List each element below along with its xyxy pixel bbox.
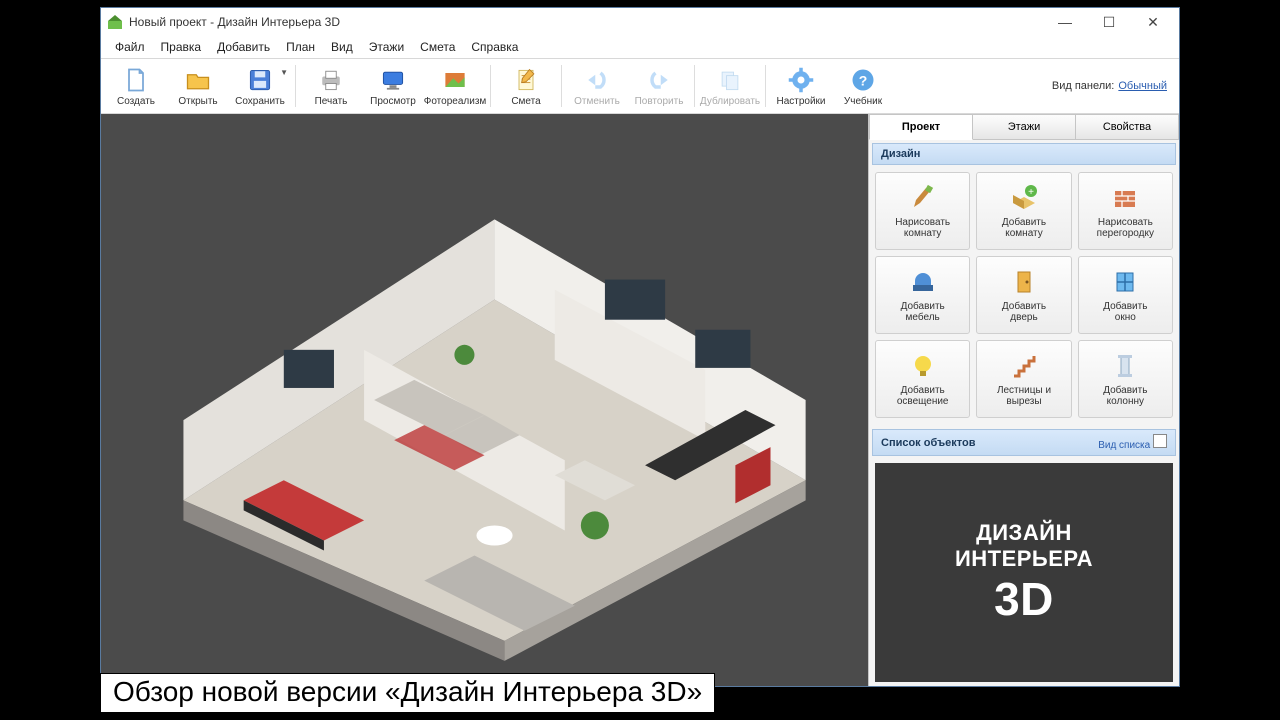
monitor-icon [379,66,407,94]
tab-floors[interactable]: Этажи [973,114,1076,140]
printer-icon [317,66,345,94]
promo-banner: ДИЗАЙН ИНТЕРЬЕРА 3D [875,463,1173,682]
folder-open-icon [184,66,212,94]
list-view-icon[interactable] [1153,434,1167,448]
gear-icon [787,66,815,94]
toolbar-redo-button[interactable]: Повторить [628,61,690,111]
duplicate-icon [716,66,744,94]
help-icon: ? [849,66,877,94]
redo-icon [645,66,673,94]
card-add-window[interactable]: Добавитьокно [1078,256,1173,334]
panel-mode-link[interactable]: Обычный [1118,80,1167,92]
menu-bar: Файл Правка Добавить План Вид Этажи Смет… [101,36,1179,58]
card-add-lighting[interactable]: Добавитьосвещение [875,340,970,418]
floppy-save-icon [246,66,274,94]
video-caption: Обзор новой версии «Дизайн Интерьера 3D» [100,673,715,713]
minimize-button[interactable]: — [1043,8,1087,36]
menu-estimate[interactable]: Смета [412,37,463,57]
app-icon [107,14,123,30]
armchair-icon [908,267,938,297]
viewport-3d[interactable] [101,114,869,686]
notepad-icon [512,66,540,94]
toolbar-photorealism-button[interactable]: Фотореализм [424,61,486,111]
menu-floors[interactable]: Этажи [361,37,412,57]
file-new-icon [122,66,150,94]
room-plus-icon: + [1009,183,1039,213]
toolbar: Создать Открыть Сохранить ▼ Печать Просм… [101,58,1179,114]
side-tabs: Проект Этажи Свойства [869,114,1179,140]
render-icon [441,66,469,94]
chevron-down-icon[interactable]: ▼ [280,68,288,77]
card-draw-room[interactable]: Нарисоватькомнату [875,172,970,250]
card-add-room[interactable]: + Добавитькомнату [976,172,1071,250]
svg-text:?: ? [859,72,868,88]
tab-properties[interactable]: Свойства [1076,114,1179,140]
panel-mode-label: Вид панели: [1052,80,1114,92]
toolbar-settings-button[interactable]: Настройки [770,61,832,111]
title-bar: Новый проект - Дизайн Интерьера 3D — ☐ ✕ [101,8,1179,36]
toolbar-undo-button[interactable]: Отменить [566,61,628,111]
design-section-header: Дизайн [872,143,1176,165]
lightbulb-icon [908,351,938,381]
toolbar-preview-button[interactable]: Просмотр [362,61,424,111]
menu-file[interactable]: Файл [107,37,153,57]
card-add-door[interactable]: Добавитьдверь [976,256,1071,334]
toolbar-estimate-button[interactable]: Смета [495,61,557,111]
window-icon [1110,267,1140,297]
column-icon [1110,351,1140,381]
menu-edit[interactable]: Правка [153,37,210,57]
toolbar-save-button[interactable]: Сохранить ▼ [229,61,291,111]
close-button[interactable]: ✕ [1131,8,1175,36]
toolbar-print-button[interactable]: Печать [300,61,362,111]
toolbar-open-button[interactable]: Открыть [167,61,229,111]
card-add-column[interactable]: Добавитьколонну [1078,340,1173,418]
list-view-label[interactable]: Вид списка [1098,440,1150,451]
maximize-button[interactable]: ☐ [1087,8,1131,36]
toolbar-new-button[interactable]: Создать [105,61,167,111]
paintbrush-icon [908,183,938,213]
app-window: Новый проект - Дизайн Интерьера 3D — ☐ ✕… [100,7,1180,687]
card-add-furniture[interactable]: Добавитьмебель [875,256,970,334]
svg-text:+: + [1028,187,1034,198]
toolbar-duplicate-button[interactable]: Дублировать [699,61,761,111]
menu-help[interactable]: Справка [463,37,526,57]
menu-add[interactable]: Добавить [209,37,278,57]
menu-view[interactable]: Вид [323,37,361,57]
brick-wall-icon [1110,183,1140,213]
door-icon [1009,267,1039,297]
undo-icon [583,66,611,94]
tab-project[interactable]: Проект [869,114,973,140]
window-title: Новый проект - Дизайн Интерьера 3D [129,15,340,29]
objects-section-header: Список объектов Вид списка [872,429,1176,456]
side-panel: Проект Этажи Свойства Дизайн Нарисоватьк… [869,114,1179,686]
card-draw-partition[interactable]: Нарисоватьперегородку [1078,172,1173,250]
menu-plan[interactable]: План [278,37,323,57]
toolbar-help-button[interactable]: ? Учебник [832,61,894,111]
card-stairs-cutouts[interactable]: Лестницы ивырезы [976,340,1071,418]
stairs-icon [1009,351,1039,381]
